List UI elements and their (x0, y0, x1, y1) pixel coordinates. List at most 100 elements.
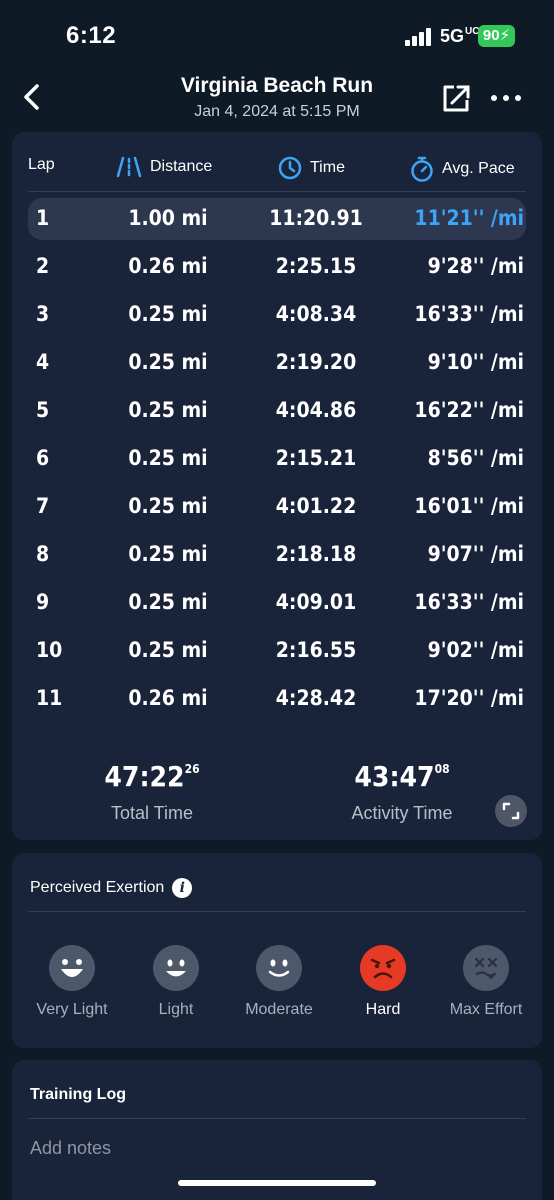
lap-distance: 0.25 mi (128, 494, 208, 518)
lap-row[interactable]: 6 0.25 mi 2:15.21 8'56'' /mi (28, 438, 526, 480)
exertion-title-label: Perceived Exertion (30, 879, 165, 896)
status-time: 6:12 (66, 22, 117, 49)
exertion-option-light[interactable]: Light (126, 945, 226, 1019)
perceived-exertion-card: Perceived Exertion i Very Light Light Mo… (12, 853, 542, 1048)
exertion-title: Perceived Exertion i (30, 878, 193, 898)
lap-row[interactable]: 8 0.25 mi 2:18.18 9'07'' /mi (28, 534, 526, 576)
lap-row[interactable]: 4 0.25 mi 2:19.20 9'10'' /mi (28, 342, 526, 384)
network-indicator: 5GUC (440, 26, 479, 47)
exertion-option-label: Light (158, 1001, 194, 1018)
lap-distance: 0.26 mi (128, 686, 208, 710)
exertion-option-moderate[interactable]: Moderate (229, 945, 329, 1019)
activity-time-label: Activity Time (351, 803, 453, 823)
lap-number: 6 (36, 446, 50, 470)
expand-icon (502, 802, 520, 820)
share-button[interactable] (440, 82, 472, 114)
nav-bar: Virginia Beach Run Jan 4, 2024 at 5:15 P… (0, 70, 554, 130)
lap-distance: 0.25 mi (128, 350, 208, 374)
laps-card: Lap Distance Time Avg. Pace 1 1.00 mi 11… (12, 132, 542, 840)
lap-time: 4:28.42 (275, 686, 357, 710)
lap-number: 4 (36, 350, 50, 374)
total-time-label: Total Time (110, 803, 194, 823)
lap-distance: 0.25 mi (128, 398, 208, 422)
lap-pace: 17'20'' /mi (414, 686, 524, 710)
lap-time: 4:04.86 (275, 398, 357, 422)
status-bar: 6:12 5GUC 90⚡ (0, 0, 554, 70)
activity-time-fraction: 08 (434, 762, 450, 776)
clock-icon (278, 156, 302, 180)
more-button[interactable] (490, 88, 522, 108)
activity-time-main: 43:47 (354, 760, 435, 793)
lap-time: 2:15.21 (275, 446, 357, 470)
notes-input[interactable]: Add notes (30, 1138, 111, 1159)
total-time-stat: 47:2226 Total Time (72, 760, 232, 824)
lap-row[interactable]: 2 0.26 mi 2:25.15 9'28'' /mi (28, 246, 526, 288)
expand-button[interactable] (495, 795, 527, 827)
network-label: 5G (440, 26, 465, 46)
lap-number: 10 (36, 638, 63, 662)
training-log-card: Training Log Add notes (12, 1060, 542, 1200)
lap-number: 7 (36, 494, 50, 518)
lap-pace: 11'21'' /mi (414, 206, 524, 230)
lap-row[interactable]: 5 0.25 mi 4:04.86 16'22'' /mi (28, 390, 526, 432)
exertion-option-label: Max Effort (449, 1001, 523, 1018)
exertion-option-max-effort[interactable]: Max Effort (436, 945, 536, 1019)
lap-time: 2:19.20 (275, 350, 357, 374)
lap-pace: 16'33'' /mi (414, 302, 524, 326)
lap-number: 5 (36, 398, 50, 422)
lap-distance: 0.25 mi (128, 446, 208, 470)
info-icon[interactable]: i (172, 878, 193, 898)
lap-row[interactable]: 11 0.26 mi 4:28.42 17'20'' /mi (28, 678, 526, 720)
lap-column-header: Lap (28, 156, 55, 173)
light-face-icon (153, 945, 199, 991)
lap-number: 1 (36, 206, 50, 230)
home-indicator[interactable] (178, 1180, 376, 1186)
lap-pace: 9'28'' /mi (427, 254, 524, 278)
lap-pace: 9'02'' /mi (427, 638, 524, 662)
lap-row[interactable]: 7 0.25 mi 4:01.22 16'01'' /mi (28, 486, 526, 528)
share-icon (443, 85, 470, 112)
lap-row[interactable]: 1 1.00 mi 11:20.91 11'21'' /mi (28, 198, 526, 240)
lap-time: 4:09.01 (275, 590, 357, 614)
lap-number: 2 (36, 254, 50, 278)
total-time-value: 47:2226 (72, 760, 232, 793)
distance-column-header: Distance (116, 156, 212, 178)
lap-time: 4:08.34 (275, 302, 357, 326)
lap-time: 2:25.15 (275, 254, 357, 278)
exertion-option-label: Very Light (36, 1001, 108, 1018)
lap-number: 9 (36, 590, 50, 614)
signal-icon (405, 28, 433, 46)
lap-distance: 1.00 mi (128, 206, 208, 230)
stopwatch-icon (411, 156, 433, 182)
battery-indicator: 90⚡ (478, 25, 515, 47)
exertion-option-label: Moderate (245, 1001, 313, 1018)
lap-pace: 16'22'' /mi (414, 398, 524, 422)
moderate-face-icon (256, 945, 302, 991)
max-effort-face-icon (463, 945, 509, 991)
lap-row[interactable]: 10 0.25 mi 2:16.55 9'02'' /mi (28, 630, 526, 672)
lap-pace: 16'01'' /mi (414, 494, 524, 518)
exertion-option-very-light[interactable]: Very Light (22, 945, 122, 1019)
lap-row[interactable]: 3 0.25 mi 4:08.34 16'33'' /mi (28, 294, 526, 336)
total-time-main: 47:22 (104, 760, 185, 793)
lap-number: 11 (36, 686, 63, 710)
lap-distance: 0.25 mi (128, 590, 208, 614)
lap-number: 3 (36, 302, 50, 326)
total-time-fraction: 26 (184, 762, 200, 776)
road-icon (116, 156, 142, 178)
lap-pace: 9'07'' /mi (427, 542, 524, 566)
pace-header-label: Avg. Pace (442, 160, 515, 177)
lap-time: 2:16.55 (275, 638, 357, 662)
time-column-header: Time (278, 156, 345, 180)
lap-row[interactable]: 9 0.25 mi 4:09.01 16'33'' /mi (28, 582, 526, 624)
more-horizontal-icon (491, 95, 521, 101)
lap-time: 4:01.22 (275, 494, 357, 518)
divider (28, 1118, 526, 1119)
battery-level: 90 (482, 27, 500, 44)
lap-time: 11:20.91 (269, 206, 363, 230)
exertion-option-label: Hard (365, 1001, 401, 1018)
exertion-option-hard[interactable]: Hard (333, 945, 433, 1019)
training-log-title: Training Log (30, 1086, 126, 1103)
lap-time: 2:18.18 (275, 542, 357, 566)
lap-pace: 8'56'' /mi (427, 446, 524, 470)
